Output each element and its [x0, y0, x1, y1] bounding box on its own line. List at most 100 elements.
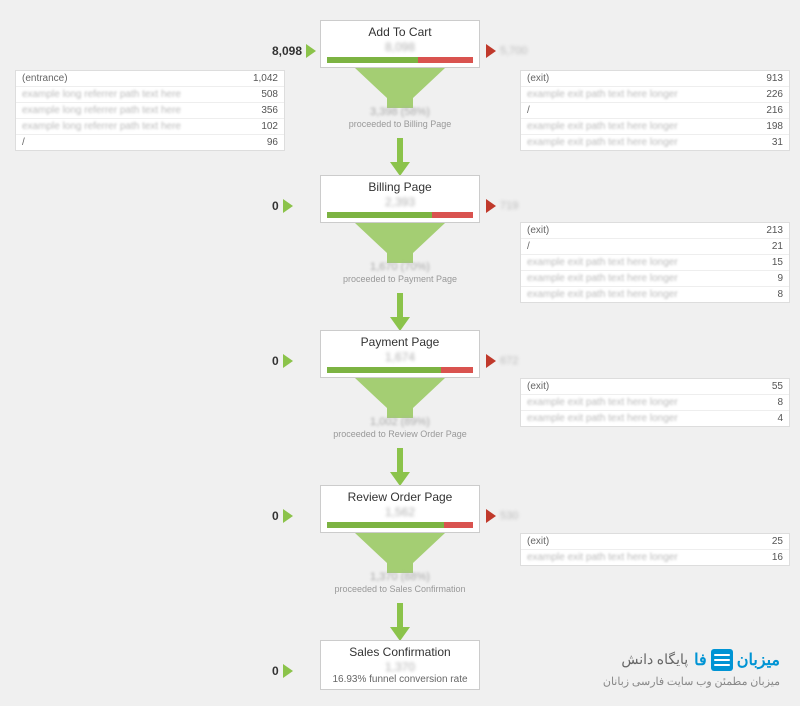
table-row: (exit)213: [521, 223, 789, 239]
exit-count: 719: [500, 200, 518, 212]
step-title: Billing Page: [327, 180, 473, 194]
row-label: example long referrer path text here: [22, 105, 238, 116]
entry-count: 0: [272, 354, 279, 368]
step-title: Sales Confirmation: [327, 645, 473, 659]
arrow-right-icon: [283, 354, 293, 368]
proceed-label: proceeded to Sales Confirmation: [320, 584, 480, 594]
exit-arrow: 5,700: [486, 44, 528, 58]
proceed-label: proceeded to Billing Page: [320, 119, 480, 129]
row-label: (exit): [527, 73, 743, 84]
row-value: 8: [743, 289, 783, 300]
step-count: 1,674: [327, 350, 473, 364]
row-value: 15: [743, 257, 783, 268]
brand-logo-icon: [711, 649, 733, 671]
arrow-right-icon: [283, 199, 293, 213]
table-row: example exit path text here longer8: [521, 287, 789, 302]
row-value: 508: [238, 89, 278, 100]
funnel-step-box: Sales Confirmation1,37016.93% funnel con…: [320, 640, 480, 690]
exit-destinations-table: (exit)213/21example exit path text here …: [520, 222, 790, 303]
funnel-connector: 1,002 (89%)proceeded to Review Order Pag…: [320, 378, 480, 439]
exit-destinations-table: (exit)25example exit path text here long…: [520, 533, 790, 566]
table-row: (exit)25: [521, 534, 789, 550]
entry-sources-table: (entrance)1,042example long referrer pat…: [15, 70, 285, 151]
table-row: example exit path text here longer198: [521, 119, 789, 135]
arrow-stem: [397, 603, 403, 629]
entry-count: 0: [272, 509, 279, 523]
progress-bar: [327, 522, 473, 528]
arrow-down-icon: [390, 627, 410, 641]
entry-arrow: 0: [272, 664, 293, 678]
funnel-connector: 3,398 (58%)proceeded to Billing Page: [320, 68, 480, 129]
arrow-right-icon: [486, 509, 496, 523]
table-row: (entrance)1,042: [16, 71, 284, 87]
row-value: 1,042: [238, 73, 278, 84]
table-row: /216: [521, 103, 789, 119]
row-label: (exit): [527, 225, 743, 236]
entry-arrow: 0: [272, 354, 293, 368]
row-label: (entrance): [22, 73, 238, 84]
table-row: example exit path text here longer31: [521, 135, 789, 150]
table-row: example long referrer path text here356: [16, 103, 284, 119]
progress-bar: [327, 57, 473, 63]
progress-bar: [327, 212, 473, 218]
exit-arrow: 530: [486, 509, 518, 523]
row-value: 9: [743, 273, 783, 284]
row-label: example exit path text here longer: [527, 397, 743, 408]
exit-count: 5,700: [500, 45, 528, 57]
funnel-connector: 1,670 (70%)proceeded to Payment Page: [320, 223, 480, 284]
row-label: (exit): [527, 381, 743, 392]
table-row: example long referrer path text here102: [16, 119, 284, 135]
row-value: 356: [238, 105, 278, 116]
brand-logo: فا میزبان: [694, 649, 780, 671]
arrow-right-icon: [283, 664, 293, 678]
row-label: /: [527, 105, 743, 116]
entry-count: 0: [272, 199, 279, 213]
step-title: Payment Page: [327, 335, 473, 349]
funnel-step-box: Review Order Page1,562: [320, 485, 480, 533]
table-row: example exit path text here longer16: [521, 550, 789, 565]
table-row: example long referrer path text here508: [16, 87, 284, 103]
entry-arrow: 0: [272, 509, 293, 523]
row-value: 226: [743, 89, 783, 100]
table-row: (exit)913: [521, 71, 789, 87]
conversion-rate-text: 16.93% funnel conversion rate: [327, 674, 473, 685]
exit-arrow: 719: [486, 199, 518, 213]
row-value: 31: [743, 137, 783, 148]
proceed-label: proceeded to Review Order Page: [320, 429, 480, 439]
row-value: 25: [743, 536, 783, 547]
table-row: example exit path text here longer15: [521, 255, 789, 271]
exit-count: 530: [500, 510, 518, 522]
exit-destinations-table: (exit)55example exit path text here long…: [520, 378, 790, 427]
arrow-right-icon: [283, 509, 293, 523]
arrow-down-icon: [390, 317, 410, 331]
proceed-count: 1,670 (70%): [320, 261, 480, 273]
brand-subtitle: میزبان مطمئن وب سایت فارسی زبانان: [603, 675, 780, 688]
entry-arrow: 8,098: [272, 44, 316, 58]
exit-destinations-table: (exit)913example exit path text here lon…: [520, 70, 790, 151]
arrow-down-icon: [390, 162, 410, 176]
row-label: example exit path text here longer: [527, 121, 743, 132]
progress-bar: [327, 367, 473, 373]
table-row: example exit path text here longer4: [521, 411, 789, 426]
funnel-connector: 1,370 (88%)proceeded to Sales Confirmati…: [320, 533, 480, 594]
step-title: Add To Cart: [327, 25, 473, 39]
row-value: 55: [743, 381, 783, 392]
table-row: /96: [16, 135, 284, 150]
brand-watermark: پایگاه دانش فا میزبان میزبان مطمئن وب سا…: [603, 649, 780, 688]
row-label: example exit path text here longer: [527, 552, 743, 563]
step-count: 1,562: [327, 505, 473, 519]
row-value: 8: [743, 397, 783, 408]
row-label: example exit path text here longer: [527, 257, 743, 268]
table-row: example exit path text here longer8: [521, 395, 789, 411]
row-value: 96: [238, 137, 278, 148]
entry-count: 8,098: [272, 44, 302, 58]
table-row: example exit path text here longer226: [521, 87, 789, 103]
row-value: 216: [743, 105, 783, 116]
proceed-label: proceeded to Payment Page: [320, 274, 480, 284]
arrow-stem: [397, 293, 403, 319]
row-value: 198: [743, 121, 783, 132]
step-count: 2,393: [327, 195, 473, 209]
row-label: /: [22, 137, 238, 148]
exit-arrow: 672: [486, 354, 518, 368]
step-title: Review Order Page: [327, 490, 473, 504]
